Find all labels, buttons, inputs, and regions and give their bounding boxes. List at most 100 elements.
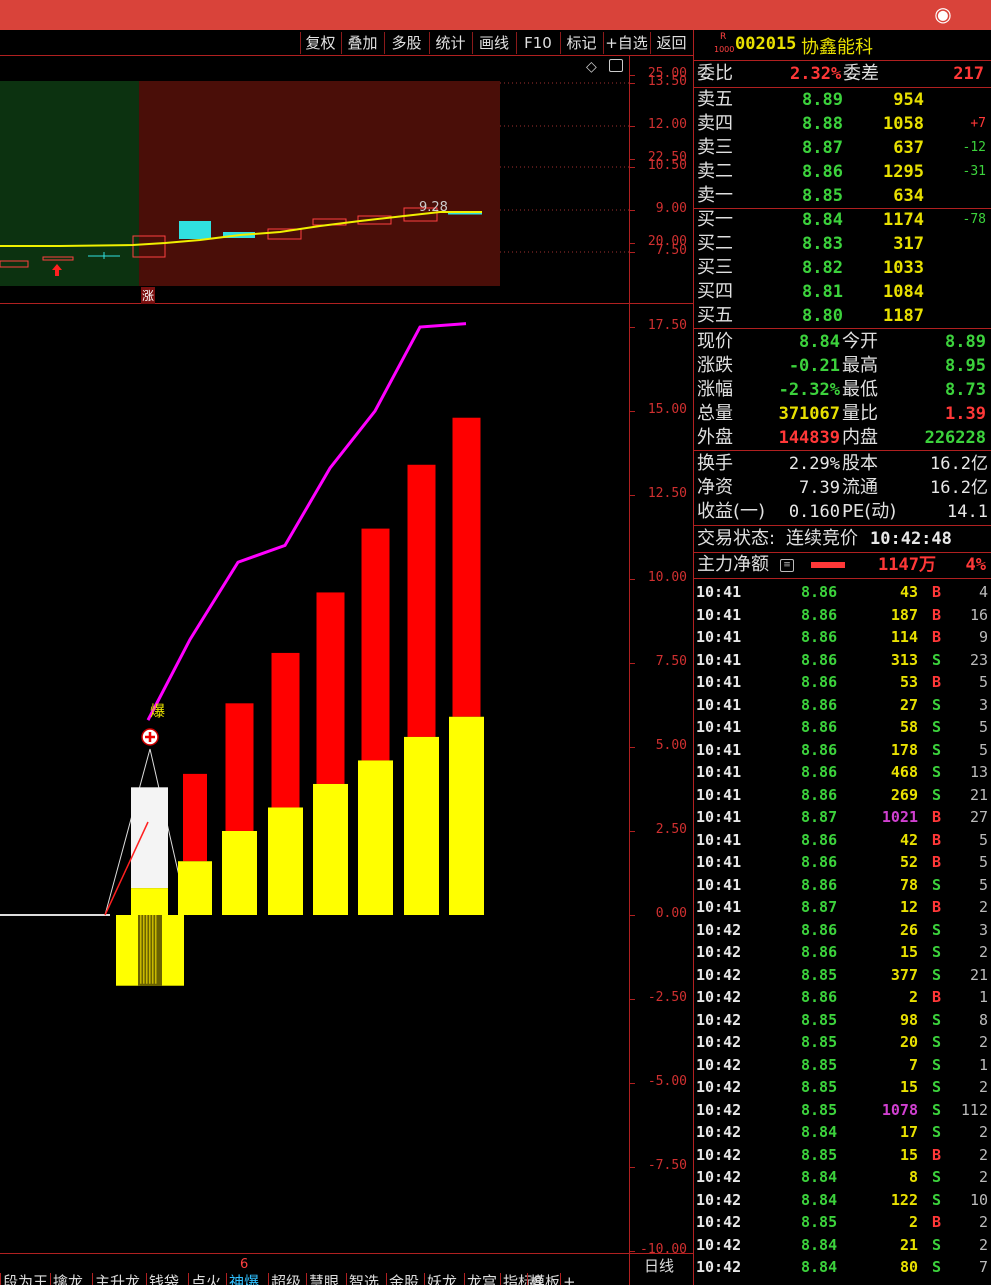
tick-row: 10:42 8.85 2 B 2: [694, 1211, 991, 1234]
tick-price: 8.85: [801, 1010, 838, 1029]
indicator-tab[interactable]: 金股: [386, 1273, 419, 1285]
indicator-tab[interactable]: +: [560, 1273, 576, 1285]
indicator-tab[interactable]: 点火: [188, 1273, 221, 1285]
tick-side: S: [932, 785, 942, 804]
tick-count: 21: [969, 965, 988, 984]
lower-y-tick: 20.00: [647, 234, 687, 249]
orderbook-row[interactable]: 卖三 8.87 637 -12: [694, 136, 991, 160]
tick-time: 10:41: [696, 628, 742, 646]
tick-side: S: [932, 1258, 942, 1276]
tick-count: 1: [978, 988, 988, 1006]
tick-side: S: [932, 763, 942, 781]
indicator-bar-yellow: [131, 888, 168, 915]
add-watchlist-button[interactable]: +自选: [603, 32, 649, 54]
tick-row: 10:42 8.84 80 S 7: [694, 1256, 991, 1279]
orderbook-row[interactable]: 卖四 8.88 1058 +7: [694, 112, 991, 136]
f10-button[interactable]: F10: [516, 32, 559, 54]
tick-side: S: [932, 695, 942, 714]
upper-price-chart[interactable]: ◇ 9.28 涨: [0, 56, 629, 304]
upper-y-axis: 13.50 12.00 10.50 9.00 7.50: [629, 56, 693, 303]
indicator-tab[interactable]: 主升龙: [92, 1273, 140, 1285]
lower-y-tick-mark: [629, 495, 635, 496]
tick-price: 8.84: [801, 1235, 838, 1254]
fuquan-button[interactable]: 复权: [300, 32, 340, 54]
orderbook-row[interactable]: 买五 8.80 1187: [694, 304, 991, 328]
lower-y-tick: 25.00: [647, 66, 687, 81]
lower-indicator-chart[interactable]: 爆 6: [0, 304, 629, 1272]
orderbook-row[interactable]: 卖二 8.86 1295 -31: [694, 160, 991, 184]
tick-row: 10:42 8.86 26 S 3: [694, 919, 991, 942]
tick-volume: 20: [899, 1033, 918, 1051]
orderbook-row[interactable]: 买四 8.81 1084: [694, 280, 991, 304]
statistics-button[interactable]: 统计: [429, 32, 471, 54]
upper-y-tick-mark: [629, 83, 635, 84]
overlay-button[interactable]: 叠加: [341, 32, 383, 54]
orderbook-price: 8.81: [802, 282, 843, 302]
lower-y-tick-mark: [629, 999, 635, 1000]
mark-button[interactable]: 标记: [560, 32, 602, 54]
indicator-tab[interactable]: 模板: [527, 1273, 560, 1285]
quote-row: 外盘 144839 内盘 226228: [694, 426, 991, 450]
tick-row: 10:41 8.86 313 S 23: [694, 649, 991, 672]
orderbook-price: 8.86: [802, 162, 843, 182]
indicator-tab[interactable]: 钱袋: [146, 1273, 179, 1285]
tick-volume: 15: [899, 1078, 918, 1096]
quote-label-left: 现价: [697, 331, 733, 352]
tick-time: 10:41: [696, 898, 742, 916]
indicator-tab[interactable]: 超级: [268, 1273, 301, 1285]
tick-price: 8.84: [801, 1123, 838, 1141]
quote-label-right: 今开: [842, 331, 878, 352]
indicator-bar-red: [407, 464, 436, 737]
fund-label-left: 收益(一): [697, 501, 766, 522]
orderbook-price: 8.85: [802, 186, 843, 206]
orderbook-price: 8.80: [802, 306, 843, 326]
tick-price: 8.86: [801, 875, 838, 894]
orderbook-row[interactable]: 卖一 8.85 634: [694, 184, 991, 208]
bottom-divider: [0, 1253, 693, 1254]
lower-y-tick-mark: [629, 915, 635, 916]
tick-count: 2: [978, 1033, 988, 1051]
indicator-tab[interactable]: 神爆: [226, 1273, 259, 1285]
fund-value-left: 7.39: [799, 478, 840, 498]
indicator-tab[interactable]: 段为王: [0, 1273, 48, 1285]
fundamentals-block: 换手 2.29% 股本 16.2亿 净资 7.39 流通 16.2亿 收益(一) 0.160 PE(…: [694, 452, 991, 524]
indicator-tab[interactable]: 龙宫: [464, 1273, 497, 1285]
weibi-row: 委比 2.32% 委差 217: [694, 62, 991, 86]
orderbook-label: 卖三: [697, 137, 733, 158]
quote-value-left: -0.21: [788, 356, 840, 376]
indicator-tab[interactable]: 擒龙: [50, 1273, 83, 1285]
tick-count: 2: [978, 943, 988, 961]
tick-count: 5: [978, 718, 988, 736]
back-button[interactable]: 返回: [650, 32, 692, 54]
orderbook-label: 买一: [697, 209, 733, 230]
multi-stock-button[interactable]: 多股: [384, 32, 428, 54]
tick-time: 10:41: [696, 808, 742, 826]
orderbook-row[interactable]: 买一 8.84 1174 -78: [694, 208, 991, 232]
tick-row: 10:42 8.84 122 S 10: [694, 1189, 991, 1212]
orderbook-row[interactable]: 卖五 8.89 954: [694, 88, 991, 112]
list-icon[interactable]: ≡: [780, 559, 794, 572]
stock-name: 协鑫能科: [801, 37, 873, 58]
main-force-row[interactable]: 主力净额 ≡ 1147万 4%: [694, 553, 991, 577]
quote-panel: R 1000 002015 协鑫能科 委比 2.32% 委差 217 卖五 8.8…: [693, 30, 991, 1285]
upper-y-tick: 12.00: [647, 117, 687, 132]
indicator-tab[interactable]: 慧眼: [306, 1273, 339, 1285]
tick-list[interactable]: 10:41 8.86 43 B 4 10:41 8.86 187 B 16 10:41 8.86 114…: [694, 581, 991, 1285]
indicator-tab[interactable]: 妖龙: [424, 1273, 457, 1285]
tick-count: 2: [978, 1235, 988, 1254]
lower-y-tick: 12.50: [647, 486, 687, 501]
tick-volume: 17: [899, 1123, 918, 1141]
tick-price: 8.86: [801, 853, 838, 871]
orderbook-price: 8.82: [802, 258, 843, 278]
orderbook-row[interactable]: 买二 8.83 317: [694, 232, 991, 256]
indicator-tab[interactable]: 智选: [346, 1273, 379, 1285]
indicator-bar-red: [225, 703, 254, 831]
orderbook-row[interactable]: 买三 8.82 1033: [694, 256, 991, 280]
draw-line-button[interactable]: 画线: [472, 32, 515, 54]
tick-row: 10:42 8.84 21 S 2: [694, 1234, 991, 1257]
lower-y-tick-mark: [629, 747, 635, 748]
tick-count: 10: [969, 1190, 988, 1209]
user-icon[interactable]: ◉: [930, 2, 956, 26]
quote-value-right: 1.39: [945, 404, 986, 424]
tick-count: 8: [978, 1010, 988, 1029]
